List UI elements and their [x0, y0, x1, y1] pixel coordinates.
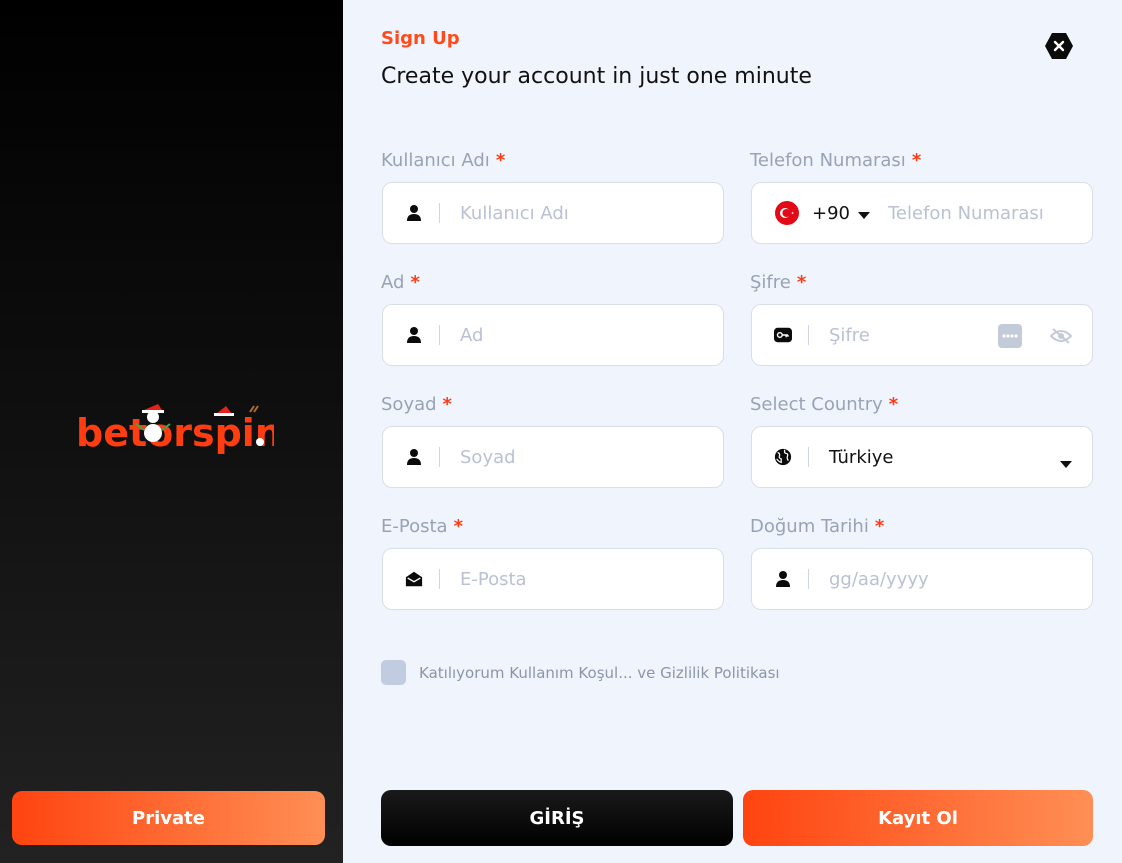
- password-input[interactable]: Şifre: [829, 325, 870, 346]
- email-label: E-Posta *: [381, 516, 463, 537]
- brand-panel: betorspin Private: [0, 0, 343, 863]
- birthdate-field[interactable]: gg/aa/yyyy: [751, 548, 1093, 610]
- terms-checkbox[interactable]: [381, 660, 406, 685]
- login-button[interactable]: GİRİŞ: [381, 790, 733, 846]
- country-label: Select Country *: [750, 394, 899, 415]
- country-code-select[interactable]: +90: [812, 203, 850, 224]
- page-title: Create your account in just one minute: [381, 64, 812, 89]
- country-select[interactable]: Türkiye: [751, 426, 1093, 488]
- first-name-field[interactable]: Ad: [382, 304, 724, 366]
- last-name-field[interactable]: Soyad: [382, 426, 724, 488]
- chevron-down-icon[interactable]: [858, 204, 870, 223]
- register-button[interactable]: Kayıt Ol: [743, 790, 1093, 846]
- phone-input[interactable]: Telefon Numarası: [888, 203, 1044, 224]
- close-button[interactable]: [1043, 30, 1075, 62]
- brand-logo-text: betorspin: [76, 411, 274, 455]
- user-icon: [405, 204, 423, 222]
- first-name-label: Ad *: [381, 272, 420, 293]
- password-field[interactable]: Şifre: [751, 304, 1093, 366]
- close-icon: [1045, 33, 1073, 59]
- terms-link[interactable]: Katılıyorum Kullanım Koşul... ve Gizlili…: [419, 664, 780, 682]
- last-name-input[interactable]: Soyad: [460, 447, 516, 468]
- user-icon: [405, 326, 423, 344]
- brand-logo: betorspin: [76, 404, 274, 455]
- chevron-down-icon[interactable]: [1060, 453, 1072, 472]
- user-icon: [774, 570, 792, 588]
- eye-off-icon[interactable]: [1049, 328, 1073, 348]
- email-input[interactable]: E-Posta: [460, 569, 527, 590]
- last-name-label: Soyad *: [381, 394, 452, 415]
- signup-panel: Sign Up Create your account in just one …: [343, 0, 1122, 863]
- turkey-flag-icon[interactable]: [774, 201, 800, 225]
- signup-eyebrow: Sign Up: [381, 28, 460, 49]
- username-input[interactable]: Kullanıcı Adı: [460, 203, 569, 224]
- birthdate-input[interactable]: gg/aa/yyyy: [829, 569, 929, 590]
- first-name-input[interactable]: Ad: [460, 325, 483, 346]
- phone-field[interactable]: +90 Telefon Numarası: [751, 182, 1093, 244]
- terms-consent: Katılıyorum Kullanım Koşul... ve Gizlili…: [381, 660, 780, 685]
- globe-icon: [774, 448, 792, 466]
- private-button[interactable]: Private: [12, 791, 325, 845]
- password-label: Şifre *: [750, 272, 807, 293]
- phone-label: Telefon Numarası *: [750, 150, 922, 171]
- birthdate-label: Doğum Tarihi *: [750, 516, 885, 537]
- username-field[interactable]: Kullanıcı Adı: [382, 182, 724, 244]
- username-label: Kullanıcı Adı *: [381, 150, 506, 171]
- password-generator-icon[interactable]: [998, 324, 1022, 352]
- country-select-value[interactable]: Türkiye: [829, 447, 894, 468]
- key-icon: [774, 326, 792, 344]
- email-field[interactable]: E-Posta: [382, 548, 724, 610]
- envelope-icon: [405, 570, 423, 588]
- user-icon: [405, 448, 423, 466]
